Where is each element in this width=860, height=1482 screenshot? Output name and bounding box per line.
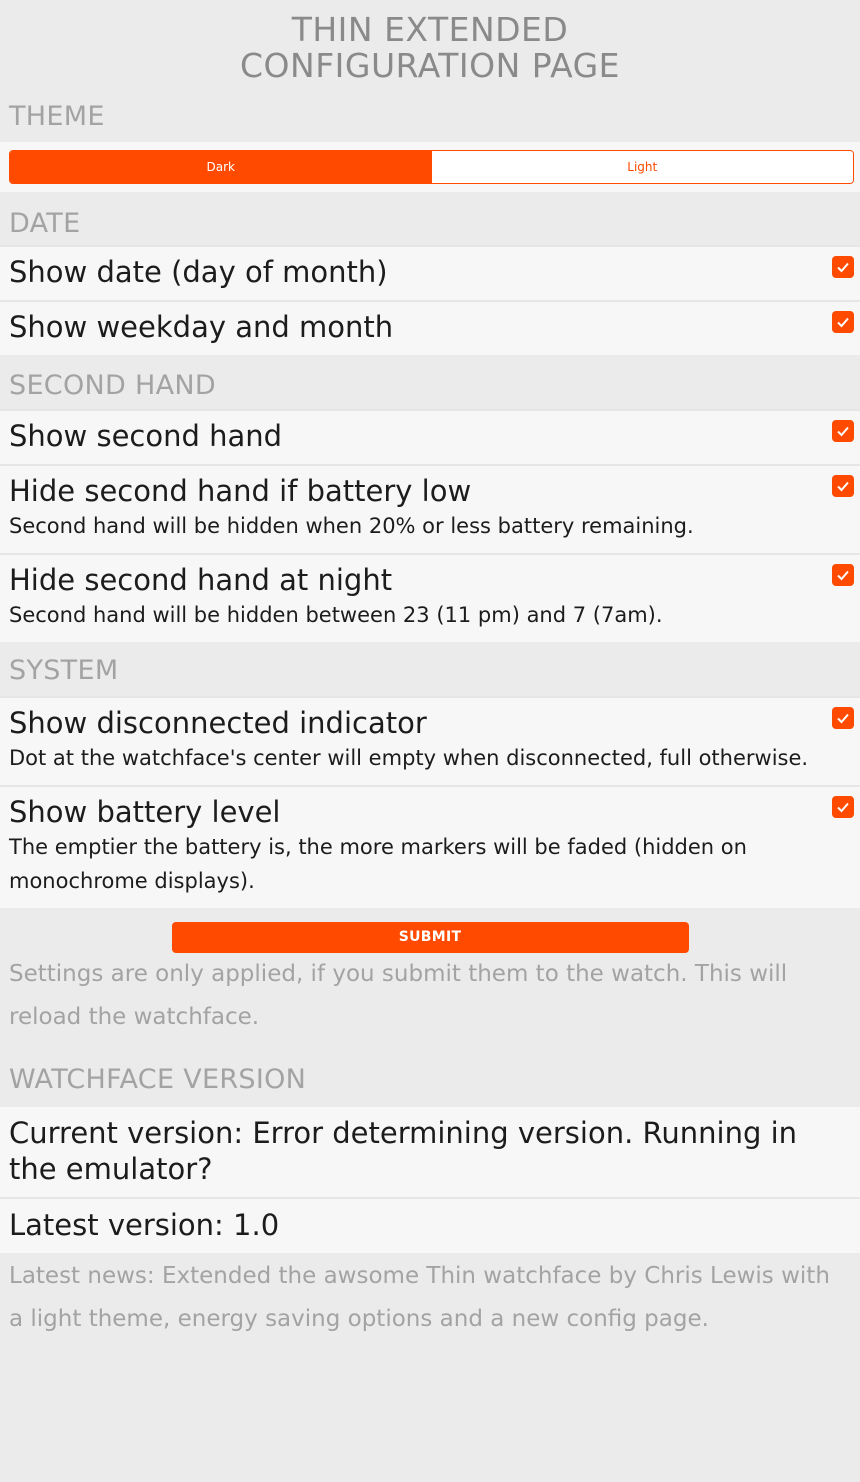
setting-label: Show weekday and month — [9, 310, 394, 344]
watchface-version-heading: WATCHFACE VERSION — [9, 1064, 307, 1095]
setting-show-weekday-month: Show weekday and month — [0, 300, 860, 355]
setting-description: Dot at the watchface's center will empty… — [9, 746, 809, 770]
current-version: Current version: Error determining versi… — [9, 1116, 798, 1186]
setting-label: Show second hand — [9, 419, 283, 453]
theme-heading: THEME — [9, 101, 105, 132]
setting-show-battery-level: Show battery level The emptier the batte… — [0, 785, 860, 908]
setting-label: Show date (day of month) — [9, 255, 388, 289]
checkmark-icon — [837, 317, 849, 328]
theme-option-dark[interactable]: Dark — [10, 151, 432, 183]
page-title-line1: THIN EXTENDED — [291, 10, 569, 49]
checkmark-icon — [837, 802, 849, 813]
theme-option-light[interactable]: Light — [431, 151, 853, 183]
setting-label: Hide second hand if battery low — [9, 474, 472, 508]
version-block: Current version: Error determining versi… — [0, 1107, 860, 1253]
setting-hide-second-hand-night: Hide second hand at night Second hand wi… — [0, 553, 860, 642]
show-second-hand-checkbox[interactable] — [832, 420, 854, 442]
checkmark-icon — [837, 426, 849, 437]
theme-row: Dark Light — [0, 142, 860, 192]
checkmark-icon — [837, 262, 849, 273]
submit-area: SUBMIT — [0, 922, 860, 953]
setting-description: The emptier the battery is, the more mar… — [9, 835, 747, 893]
setting-hide-second-hand-battery: Hide second hand if battery low Second h… — [0, 464, 860, 553]
show-disconnected-indicator-checkbox[interactable] — [832, 707, 854, 729]
setting-label: Hide second hand at night — [9, 563, 393, 597]
show-battery-level-checkbox[interactable] — [832, 796, 854, 818]
show-weekday-month-checkbox[interactable] — [832, 311, 854, 333]
submit-button[interactable]: SUBMIT — [171, 922, 689, 953]
setting-label: Show battery level — [9, 795, 281, 829]
theme-segmented-control: Dark Light — [9, 150, 854, 184]
page-title-line2: CONFIGURATION PAGE — [240, 46, 620, 85]
latest-news: Latest news: Extended the awsome Thin wa… — [9, 1263, 830, 1332]
second-hand-heading: SECOND HAND — [9, 370, 216, 401]
hide-second-hand-night-checkbox[interactable] — [832, 564, 854, 586]
setting-description: Second hand will be hidden between 23 (1… — [9, 603, 663, 627]
checkmark-icon — [837, 481, 849, 492]
show-date-checkbox[interactable] — [832, 256, 854, 278]
setting-show-date: Show date (day of month) — [0, 245, 860, 300]
submit-note: Settings are only applied, if you submit… — [9, 961, 788, 1030]
latest-version: Latest version: 1.0 — [0, 1197, 860, 1253]
setting-show-second-hand: Show second hand — [0, 409, 860, 464]
date-heading: DATE — [9, 208, 81, 239]
system-heading: SYSTEM — [9, 655, 119, 686]
page-title: THIN EXTENDED CONFIGURATION PAGE — [0, 0, 860, 84]
checkmark-icon — [837, 713, 849, 724]
setting-description: Second hand will be hidden when 20% or l… — [9, 514, 694, 538]
hide-second-hand-battery-checkbox[interactable] — [832, 475, 854, 497]
setting-show-disconnected-indicator: Show disconnected indicator Dot at the w… — [0, 696, 860, 785]
checkmark-icon — [837, 570, 849, 581]
setting-label: Show disconnected indicator — [9, 706, 427, 740]
